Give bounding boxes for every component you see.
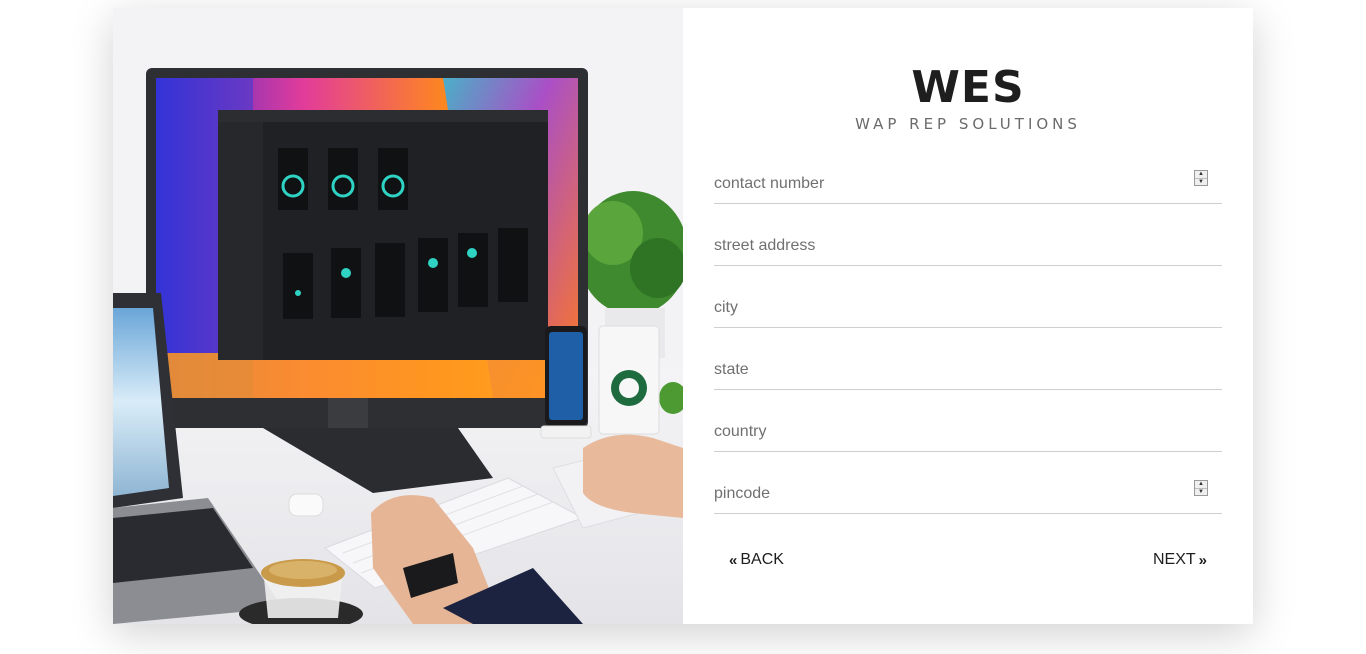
spinner-up-icon[interactable]: ▲ — [1195, 481, 1207, 489]
address-form-panel: WES WAP REP SOLUTIONS ▲ ▼ ▲ ▼ — [714, 8, 1222, 624]
pincode-spinner[interactable]: ▲ ▼ — [1194, 480, 1208, 496]
contact-number-field: ▲ ▼ — [714, 160, 1222, 204]
pincode-field: ▲ ▼ — [714, 470, 1222, 514]
street-address-input[interactable] — [714, 222, 1222, 265]
signup-card: WES WAP REP SOLUTIONS ▲ ▼ ▲ ▼ — [113, 8, 1253, 624]
spinner-down-icon[interactable]: ▼ — [1195, 179, 1207, 186]
country-input[interactable] — [714, 408, 1222, 451]
country-field — [714, 408, 1222, 452]
spinner-up-icon[interactable]: ▲ — [1195, 171, 1207, 179]
state-input[interactable] — [714, 346, 1222, 389]
desk-setup-image — [113, 8, 683, 624]
pincode-input[interactable] — [714, 470, 1222, 513]
contact-number-input[interactable] — [714, 160, 1222, 203]
back-button[interactable]: « BACK — [726, 546, 784, 574]
state-field — [714, 346, 1222, 390]
brand-title: WES — [911, 62, 1025, 113]
hero-photo — [113, 8, 683, 624]
city-input[interactable] — [714, 284, 1222, 327]
double-chevron-right-icon: » — [1198, 551, 1207, 569]
contact-number-spinner[interactable]: ▲ ▼ — [1194, 170, 1208, 186]
next-button[interactable]: NEXT » — [1153, 546, 1210, 574]
double-chevron-left-icon: « — [729, 551, 738, 569]
next-button-label: NEXT — [1152, 551, 1196, 568]
brand-subtitle: WAP REP SOLUTIONS — [855, 115, 1081, 133]
street-address-field — [714, 222, 1222, 266]
back-button-label: BACK — [740, 551, 784, 568]
spinner-down-icon[interactable]: ▼ — [1195, 489, 1207, 496]
city-field — [714, 284, 1222, 328]
